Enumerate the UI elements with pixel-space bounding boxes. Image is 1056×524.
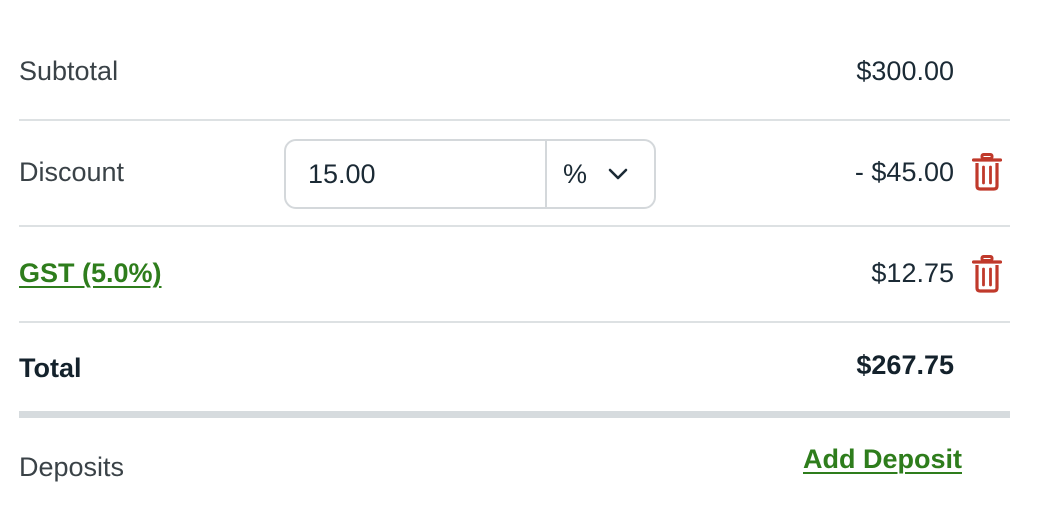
add-deposit-link[interactable]: Add Deposit (803, 443, 962, 475)
subtotal-amount: $300.00 (856, 56, 954, 86)
delete-discount-button[interactable] (971, 153, 1003, 191)
delete-tax-button[interactable] (971, 255, 1003, 293)
chevron-down-icon (607, 167, 629, 181)
trash-icon (971, 153, 1003, 195)
deposits-label: Deposits (19, 452, 125, 482)
total-amount: $267.75 (856, 350, 954, 380)
discount-label: Discount (19, 157, 125, 187)
totals-panel: Subtotal $300.00 Discount % - $45.00 (0, 0, 1056, 524)
discount-amount: - $45.00 (854, 157, 954, 187)
discount-unit-value: % (563, 158, 588, 189)
total-label: Total (19, 353, 82, 383)
tax-amount: $12.75 (871, 258, 954, 288)
subtotal-label: Subtotal (19, 56, 119, 86)
total-divider (19, 411, 1010, 418)
discount-unit-select[interactable]: % (545, 141, 654, 207)
discount-value-input[interactable] (286, 141, 545, 207)
tax-rate-link[interactable]: GST (5.0%) (19, 257, 162, 289)
trash-icon (971, 255, 1003, 297)
divider (19, 225, 1010, 227)
divider (19, 321, 1010, 323)
divider (19, 119, 1010, 121)
discount-field: % (284, 139, 656, 209)
